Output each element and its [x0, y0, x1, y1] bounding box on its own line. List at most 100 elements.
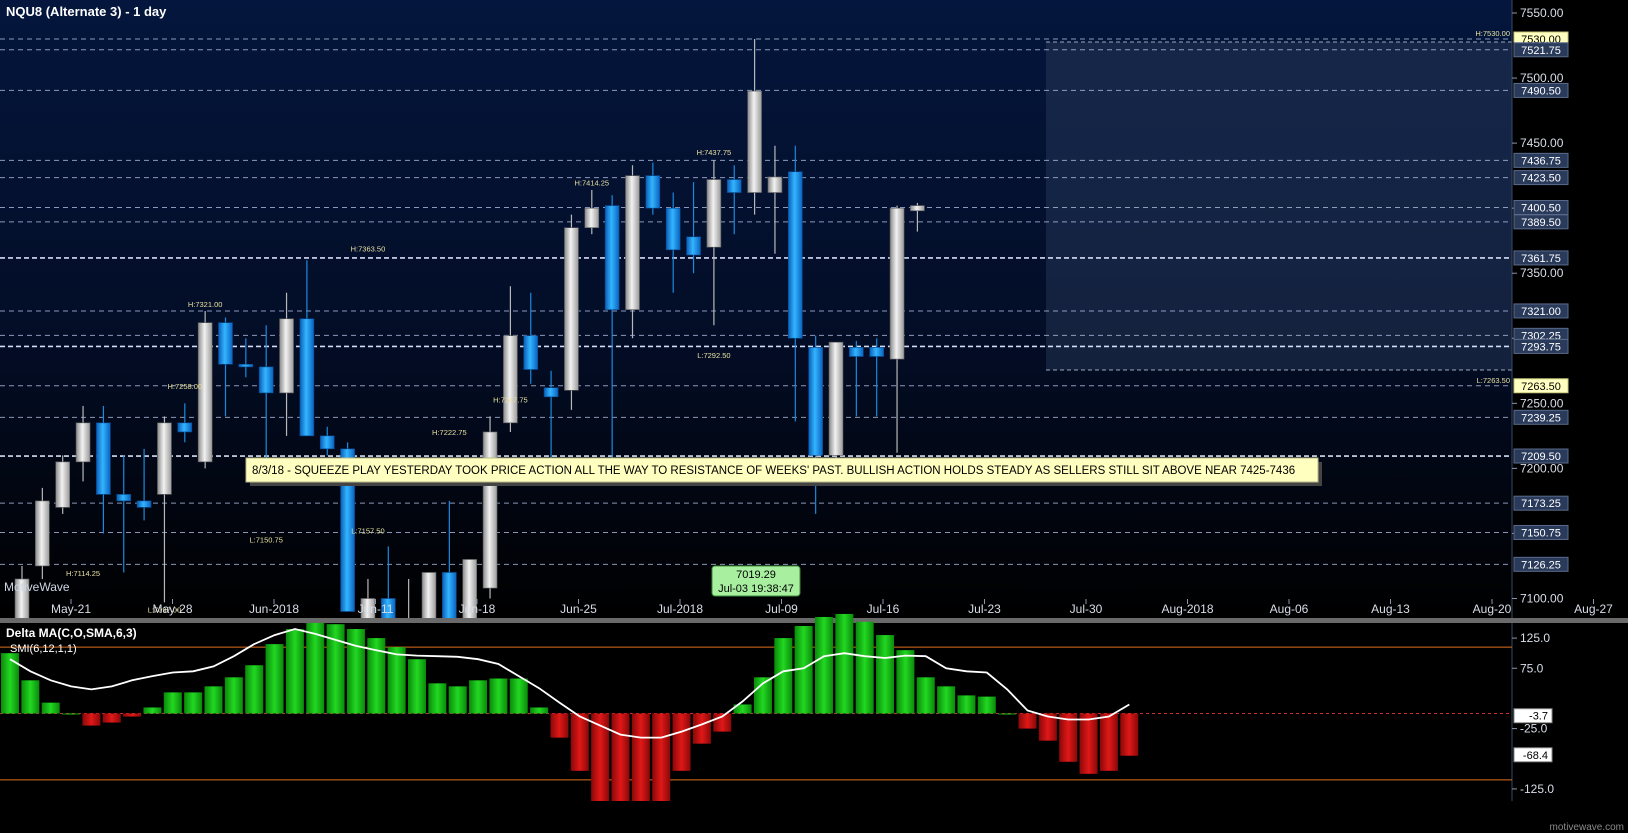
histogram-bar-positive: [245, 665, 264, 714]
histogram-bar-positive: [896, 650, 915, 714]
candle-body-bearish: [177, 422, 193, 433]
price-marker-label: 7490.50: [1521, 85, 1561, 97]
price-marker-label: 7321.00: [1521, 306, 1561, 318]
price-marker-label: 7436.75: [1521, 155, 1561, 167]
panel-divider[interactable]: [0, 618, 1628, 623]
histogram-bar-positive: [41, 702, 60, 714]
date-tick-label: Aug-06: [1270, 602, 1309, 616]
price-marker-label: 7400.50: [1521, 203, 1561, 215]
histogram-bar-negative: [123, 713, 142, 717]
price-tick-label: 7100.00: [1520, 591, 1564, 605]
price-marker-label: 7263.50: [1521, 381, 1561, 393]
histogram-bar-positive: [428, 683, 447, 714]
high-low-label: L:7263.50: [1477, 376, 1510, 385]
price-marker-label: 7150.75: [1521, 527, 1561, 539]
histogram-bar-positive: [957, 695, 976, 714]
price-marker-label: 7239.25: [1521, 412, 1561, 424]
candle-body-bearish: [665, 207, 681, 251]
histogram-bar-positive: [346, 629, 365, 714]
histogram-bar-positive: [916, 677, 935, 714]
price-marker-label: 7521.75: [1521, 45, 1561, 57]
histogram-bar-negative: [692, 713, 711, 744]
price-tick-label: 7250.00: [1520, 396, 1564, 410]
candle-body-bullish: [828, 341, 844, 456]
date-tick-label: Jun-25: [560, 602, 597, 616]
date-tick-label: Aug-27: [1574, 602, 1613, 616]
indicator-tick-label: 75.0: [1520, 661, 1544, 675]
histogram-bar-negative: [1099, 713, 1118, 771]
date-tick-label: Jul-09: [765, 602, 798, 616]
date-tick-label: Aug-13: [1371, 602, 1410, 616]
histogram-bar-negative: [102, 713, 121, 723]
histogram-bar-negative: [1018, 713, 1037, 729]
histogram-bar-positive: [530, 707, 549, 714]
histogram-bar-positive: [937, 686, 956, 714]
indicator-tick-label: 125.0: [1520, 631, 1550, 645]
high-low-label: H:7414.25: [574, 179, 609, 188]
indicator-tick-label: -125.0: [1520, 782, 1554, 796]
annotation-note-text: 8/3/18 - SQUEEZE PLAY YESTERDAY TOOK PRI…: [252, 465, 1295, 477]
histogram-bar-positive: [204, 686, 223, 714]
candle-body-bearish: [543, 387, 559, 398]
price-marker-label: 7361.75: [1521, 253, 1561, 265]
histogram-bar-positive: [143, 707, 162, 714]
indicator-value-label: -68.4: [1523, 750, 1548, 762]
high-low-label: H:7114.25: [66, 569, 100, 578]
candle-body-bearish: [849, 347, 864, 357]
candle-body-bearish: [319, 435, 335, 450]
histogram-bar-positive: [21, 680, 40, 714]
histogram-bar-positive: [489, 678, 508, 714]
date-tick-label: Aug-2018: [1161, 602, 1213, 616]
histogram-bar-positive: [977, 696, 996, 714]
histogram-bar-negative: [570, 713, 589, 771]
candle-body-bullish: [584, 207, 600, 228]
date-tick-label: Jul-2018: [657, 602, 703, 616]
date-tick-label: May-28: [152, 602, 192, 616]
histogram-bar-positive: [285, 629, 304, 714]
histogram-bar-negative: [1079, 713, 1098, 774]
high-low-label: H:7258.00: [167, 382, 202, 391]
price-marker-label: 7209.50: [1521, 451, 1561, 463]
price-marker-label: 7293.75: [1521, 341, 1561, 353]
candle-body-bullish: [482, 431, 498, 589]
candle-body-bearish: [787, 171, 803, 339]
candle-body-bearish: [808, 347, 823, 456]
candle-body-bearish: [299, 318, 315, 437]
indicator-title: Delta MA(C,O,SMA,6,3): [6, 626, 137, 640]
histogram-bar-negative: [550, 713, 569, 738]
candle-body-bullish: [747, 90, 762, 193]
high-low-label: H:7247.75: [493, 395, 528, 404]
watermark: MotiveWave: [4, 580, 70, 594]
date-tick-label: Jun-2018: [249, 602, 299, 616]
candle-body-bearish: [604, 205, 620, 310]
price-marker-label: 7126.25: [1521, 559, 1561, 571]
histogram-bar-negative: [1120, 713, 1139, 756]
candle-body-bearish: [523, 335, 539, 370]
cursor-tooltip-value: 7019.29: [736, 569, 776, 581]
price-marker-label: 7173.25: [1521, 498, 1561, 510]
histogram-bar-negative: [1059, 713, 1078, 762]
indicator-tick-label: -25.0: [1520, 722, 1548, 736]
candle: [564, 214, 579, 410]
candle: [482, 416, 498, 599]
histogram-bar-positive: [998, 713, 1017, 715]
high-low-label: L:7292.50: [697, 351, 730, 360]
price-marker-label: 7423.50: [1521, 173, 1561, 185]
candle-body-bearish: [238, 363, 254, 368]
candle: [35, 487, 50, 579]
high-low-label: L:7157.50: [351, 527, 384, 536]
histogram-bar-positive: [163, 692, 182, 714]
cursor-tooltip-time: Jul-03 19:38:47: [718, 583, 794, 595]
date-tick-label: Jul-23: [968, 602, 1001, 616]
histogram-bar-positive: [408, 659, 426, 714]
histogram-bar-positive: [509, 678, 528, 714]
chart-canvas[interactable]: H:7321.00H:7258.00L:7150.75L:7097.00H:73…: [0, 0, 1628, 833]
high-low-label: H:7437.75: [697, 148, 732, 157]
indicator-subtitle: SMI(6,12,1,1): [10, 643, 77, 655]
candle: [55, 455, 71, 514]
date-tick-label: Jul-30: [1070, 602, 1103, 616]
histogram-bar-positive: [855, 621, 874, 714]
candle-body-bullish: [421, 572, 437, 625]
candle-body-bearish: [645, 175, 661, 209]
date-tick-label: Jun-18: [459, 602, 496, 616]
